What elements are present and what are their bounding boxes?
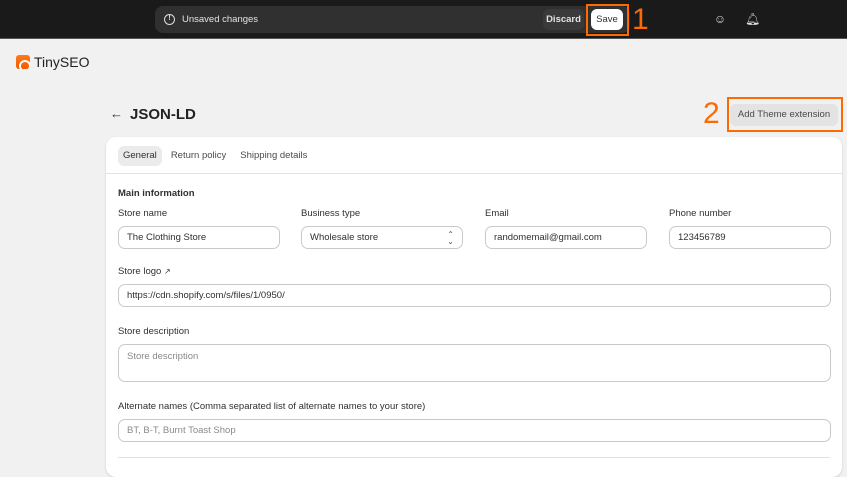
alternate-names-input[interactable]: BT, B-T, Burnt Toast Shop bbox=[118, 419, 831, 442]
alert-icon: ! bbox=[164, 14, 175, 25]
tab-general[interactable]: General bbox=[118, 146, 162, 166]
store-logo-input[interactable]: https://cdn.shopify.com/s/files/1/0950/ bbox=[118, 284, 831, 307]
tab-bar: General Return policy Shipping details bbox=[118, 146, 312, 166]
top-bar: ! Unsaved changes Discard Save 1 ☺ 🔔︎ bbox=[0, 0, 847, 39]
store-description-label: Store description bbox=[118, 326, 190, 337]
discard-button[interactable]: Discard bbox=[543, 9, 584, 30]
page-title: JSON-LD bbox=[130, 106, 196, 123]
external-link-icon[interactable]: ↗ bbox=[164, 267, 171, 276]
business-type-value: Wholesale store bbox=[310, 232, 379, 243]
bell-icon[interactable]: 🔔︎ bbox=[745, 12, 760, 26]
add-theme-extension-button[interactable]: Add Theme extension bbox=[730, 104, 838, 126]
business-type-select[interactable]: Wholesale store ⌃ ⌄ bbox=[301, 226, 463, 249]
divider bbox=[106, 173, 842, 174]
tinyseo-logo-icon bbox=[16, 55, 30, 69]
phone-label: Phone number bbox=[669, 208, 732, 219]
back-arrow-icon[interactable]: ← bbox=[110, 106, 123, 121]
store-name-input[interactable]: The Clothing Store bbox=[118, 226, 280, 249]
app-brand: TinySEO bbox=[16, 54, 90, 70]
phone-input[interactable]: 123456789 bbox=[669, 226, 831, 249]
tab-return-policy[interactable]: Return policy bbox=[166, 146, 231, 166]
business-type-label: Business type bbox=[301, 208, 361, 219]
annotation-box-1 bbox=[586, 4, 629, 36]
unsaved-changes-label: Unsaved changes bbox=[182, 14, 259, 25]
tab-shipping-details[interactable]: Shipping details bbox=[235, 146, 312, 166]
annotation-number-1: 1 bbox=[632, 3, 649, 36]
store-description-textarea[interactable]: Store description bbox=[118, 344, 831, 382]
settings-card: General Return policy Shipping details M… bbox=[106, 137, 842, 477]
alternate-names-label: Alternate names (Comma separated list of… bbox=[118, 401, 426, 412]
store-logo-label-text: Store logo bbox=[118, 266, 162, 277]
email-input[interactable]: randomemail@gmail.com bbox=[485, 226, 647, 249]
annotation-number-2: 2 bbox=[703, 97, 720, 130]
app-status-icon[interactable]: ☺ bbox=[713, 12, 727, 26]
app-name: TinySEO bbox=[34, 54, 90, 70]
divider bbox=[118, 457, 830, 458]
section-heading: Main information bbox=[118, 188, 195, 199]
store-logo-label: Store logo ↗ bbox=[118, 266, 171, 277]
select-chevron-icon: ⌃ ⌄ bbox=[447, 230, 454, 246]
store-name-label: Store name bbox=[118, 208, 168, 219]
email-label: Email bbox=[485, 208, 509, 219]
